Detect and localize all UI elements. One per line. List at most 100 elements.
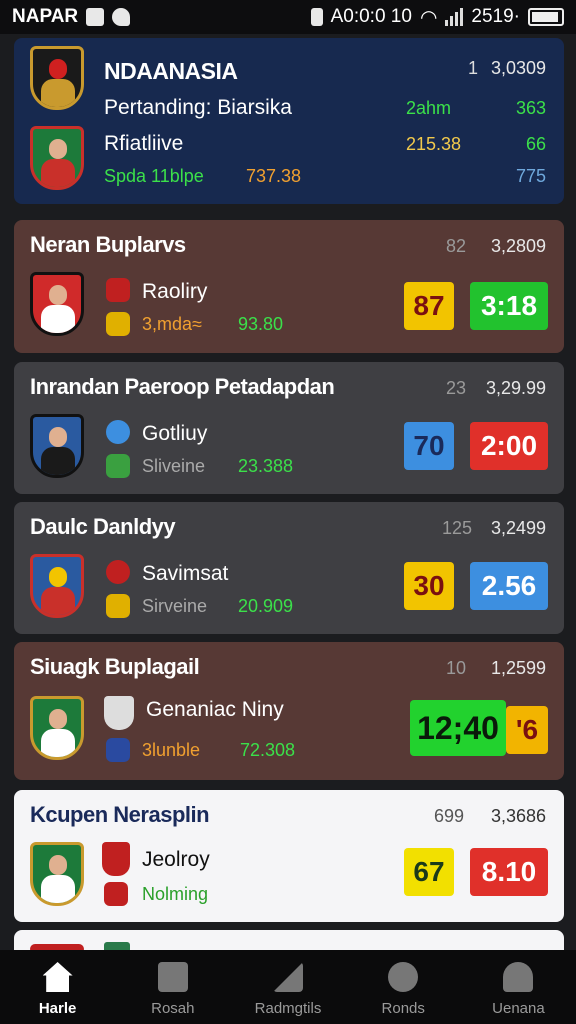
- club-icon: [106, 454, 130, 478]
- match-card-featured[interactable]: NDAANASIA 1 3,0309 Pertanding: Biarsika …: [14, 38, 564, 204]
- battery-icon: [528, 8, 564, 26]
- stat-value: 72.308: [240, 740, 296, 760]
- status-right: 2519·: [471, 6, 520, 27]
- card-meta2: 3,29.99: [485, 378, 546, 398]
- team-crest: [30, 46, 84, 110]
- stat-value: 93.80: [238, 314, 284, 334]
- card-title: Siuagk Buplagail: [30, 654, 200, 679]
- stat-value: 2ahm: [406, 98, 452, 118]
- team-name: Genaniac Niny: [146, 698, 284, 721]
- card-meta1: 10: [446, 658, 467, 678]
- wifi-icon: ◠: [419, 6, 438, 29]
- score-box[interactable]: 67: [404, 848, 454, 896]
- card-meta1: 1: [467, 58, 478, 78]
- team-crest: [30, 696, 84, 760]
- time-box[interactable]: 3:18: [470, 282, 548, 330]
- status-clock: A0:0:0 10: [330, 6, 412, 27]
- sub-label: 3,mda≈: [142, 314, 202, 334]
- time-box[interactable]: '6: [506, 706, 548, 754]
- lock-icon: [310, 8, 323, 26]
- nav-item[interactable]: Uenana: [461, 950, 576, 1024]
- club-icon: [106, 278, 130, 302]
- team-name: Raoliry: [142, 280, 208, 303]
- team-crest: [30, 126, 84, 190]
- stat-value: 363: [515, 98, 546, 118]
- card-title: Neran Buplarvs: [30, 232, 186, 257]
- nav-label: Harle: [38, 1000, 77, 1017]
- card-title: NDAANASIA: [104, 58, 238, 84]
- signal-icon: [445, 8, 464, 26]
- match-card[interactable]: Inrandan Paeroop Petadapdan 23 3,29.99 G…: [14, 362, 564, 494]
- trophy-icon: [106, 312, 130, 336]
- team-name: Gotliuy: [142, 422, 208, 445]
- stat-value: 775: [515, 166, 546, 186]
- nav-item[interactable]: Ronds: [346, 950, 461, 1024]
- team-name: Rfiatliive: [104, 132, 184, 155]
- time-box[interactable]: 2:00: [470, 422, 548, 470]
- nav-item[interactable]: Rosah: [115, 950, 230, 1024]
- notification-icon: [86, 8, 105, 26]
- chart-icon: [273, 962, 303, 992]
- nav-label: Uenana: [492, 1000, 545, 1017]
- score-box[interactable]: 87: [404, 282, 454, 330]
- match-card[interactable]: Siuagk Buplagail 10 1,2599 Genaniac Niny…: [14, 642, 564, 780]
- match-card[interactable]: Kcupen Nerasplin 699 3,3686 Jeolroy Nolm…: [14, 790, 564, 922]
- club-icon: [104, 882, 128, 906]
- list-icon: [157, 962, 188, 992]
- trophy-icon: [102, 842, 130, 876]
- stat-value: 23.388: [238, 456, 294, 476]
- match-card[interactable]: Daulc Danldyy 125 3,2499 Savimsat Sirvei…: [14, 502, 564, 634]
- team-name: Savimsat: [142, 562, 229, 585]
- team-crest: [30, 554, 84, 618]
- card-meta2: 1,2599: [490, 658, 546, 678]
- team-name: Jeolroy: [142, 848, 210, 871]
- sub-label: Nolming: [142, 884, 209, 904]
- shield-icon: [112, 8, 131, 26]
- nav-label: Radmgtils: [254, 1000, 322, 1017]
- card-meta2: 3,2499: [490, 518, 546, 538]
- card-meta1: 699: [434, 806, 465, 826]
- bottom-nav: Harle Rosah Radmgtils Ronds Uenana: [0, 950, 576, 1024]
- shield-icon: [106, 594, 130, 618]
- card-meta2: 3,3686: [490, 806, 546, 826]
- nav-label: Rosah: [151, 1000, 195, 1017]
- time-box[interactable]: 2.56: [470, 562, 548, 610]
- nav-item[interactable]: Radmgtils: [230, 950, 345, 1024]
- card-meta1: 23: [446, 378, 467, 398]
- time-box[interactable]: 8.10: [470, 848, 548, 896]
- sub-label: Sliveine: [142, 456, 206, 476]
- card-meta1: 82: [446, 236, 467, 256]
- team-crest: [30, 272, 84, 336]
- stat-value: 737.38: [246, 166, 302, 186]
- match-card[interactable]: Neran Buplarvs 82 3,2809 Raoliry 3,mda≈ …: [14, 220, 564, 353]
- home-icon: [42, 962, 73, 992]
- stat-value: 215.38: [406, 134, 462, 154]
- sub-label: 3lunble: [142, 740, 201, 760]
- search-icon: [106, 420, 130, 444]
- card-title: Inrandan Paeroop Petadapdan: [30, 374, 335, 399]
- carrier-label: NAPAR: [12, 6, 79, 27]
- club-icon: [106, 560, 130, 584]
- team-name: Pertanding: Biarsika: [104, 96, 292, 119]
- score-box[interactable]: 12;40: [410, 700, 506, 756]
- card-title: Daulc Danldyy: [30, 514, 176, 539]
- score-box[interactable]: 70: [404, 422, 454, 470]
- team-crest: [30, 414, 84, 478]
- stat-value: 66: [525, 134, 546, 154]
- score-box[interactable]: 30: [404, 562, 454, 610]
- sub-label: Spda 11blpe: [104, 166, 204, 186]
- card-meta1: 125: [442, 518, 473, 538]
- shield-icon: [106, 738, 130, 762]
- team-crest: [30, 842, 84, 906]
- sub-label: Sirveine: [142, 596, 208, 616]
- card-meta2: 3,2809: [490, 236, 546, 256]
- card-title: Kcupen Nerasplin: [30, 802, 210, 827]
- card-meta2: 3,0309: [490, 58, 546, 78]
- trophy-icon: [104, 696, 134, 730]
- profile-icon: [503, 962, 534, 992]
- refresh-icon: [388, 962, 419, 992]
- nav-home[interactable]: Harle: [0, 950, 115, 1024]
- stat-value: 20.909: [238, 596, 294, 616]
- nav-label: Ronds: [381, 1000, 425, 1017]
- status-bar: NAPAR A0:0:0 10 ◠ 2519·: [0, 0, 576, 34]
